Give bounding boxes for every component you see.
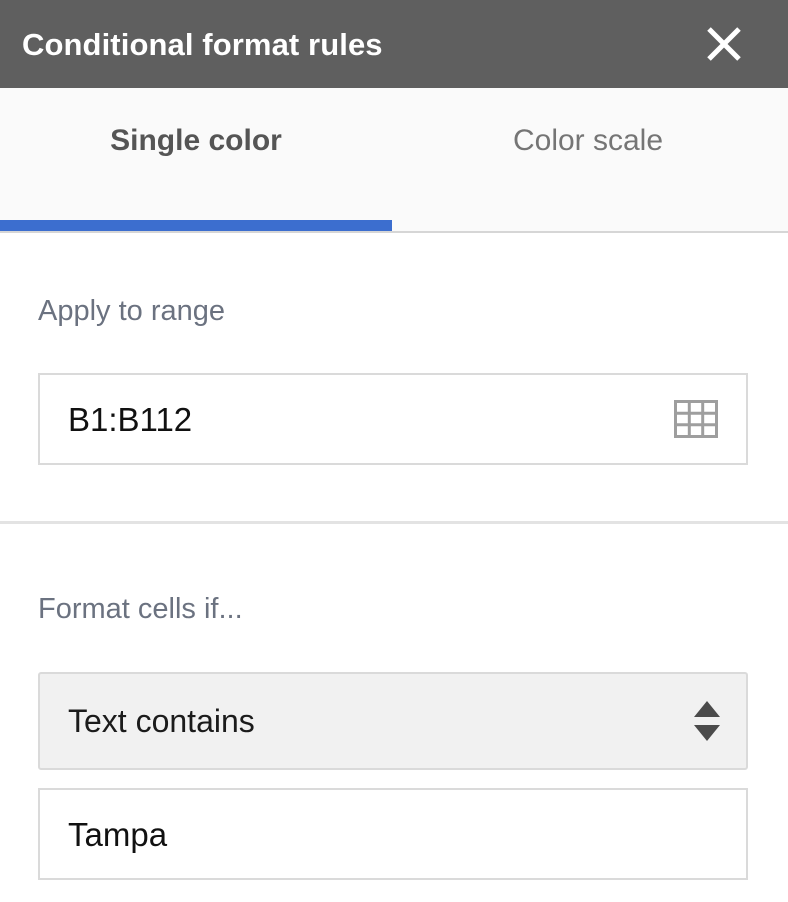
- conditional-format-rules-panel: Conditional format rules Single color Co…: [0, 0, 788, 902]
- range-input-value: B1:B112: [40, 403, 192, 436]
- page-title: Conditional format rules: [22, 29, 383, 60]
- grid-icon[interactable]: [674, 400, 718, 438]
- condition-value-text: Tampa: [40, 818, 167, 851]
- tab-bar: Single color Color scale: [0, 88, 788, 233]
- condition-select[interactable]: Text contains: [38, 672, 748, 770]
- close-icon: [703, 23, 745, 65]
- tab-active-indicator: [0, 220, 392, 231]
- apply-to-range-section: Apply to range B1:B112: [0, 233, 788, 523]
- tab-color-scale[interactable]: Color scale: [392, 88, 784, 231]
- condition-select-value: Text contains: [40, 705, 255, 737]
- tab-single-color-label: Single color: [110, 126, 282, 156]
- format-cells-if-label: Format cells if...: [0, 525, 788, 624]
- range-input[interactable]: B1:B112: [38, 373, 748, 465]
- format-cells-if-section: Format cells if... Text contains Tampa: [0, 525, 788, 902]
- condition-value-row: Tampa: [38, 788, 748, 880]
- close-button[interactable]: [696, 16, 752, 72]
- apply-to-range-field-row: B1:B112: [38, 373, 748, 465]
- apply-to-range-label: Apply to range: [0, 233, 788, 326]
- tab-color-scale-label: Color scale: [513, 126, 663, 156]
- section-divider: [0, 521, 788, 524]
- panel-header: Conditional format rules: [0, 0, 788, 88]
- condition-select-row: Text contains: [38, 672, 748, 770]
- stepper-arrows-icon[interactable]: [692, 698, 722, 744]
- condition-value-input[interactable]: Tampa: [38, 788, 748, 880]
- tab-single-color[interactable]: Single color: [0, 88, 392, 231]
